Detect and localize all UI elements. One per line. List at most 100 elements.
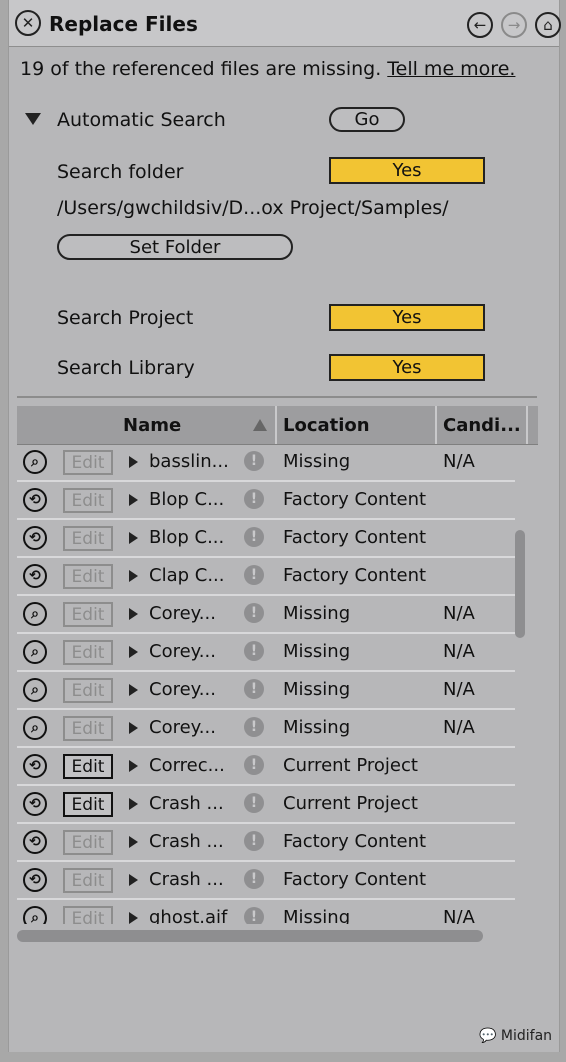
edit-button[interactable]: Edit: [63, 678, 113, 703]
replace-icon[interactable]: ⟲: [23, 488, 47, 512]
forward-arrow-icon[interactable]: →: [501, 12, 527, 38]
table-row[interactable]: ⟲ Edit Blop C...! Factory Content: [17, 520, 515, 558]
expand-triangle-icon[interactable]: [129, 570, 138, 582]
warning-icon: !: [244, 717, 264, 737]
edit-button[interactable]: Edit: [63, 450, 113, 475]
file-location: Missing: [283, 451, 351, 472]
file-location: Missing: [283, 717, 351, 738]
expand-triangle-icon[interactable]: [129, 494, 138, 506]
column-separator[interactable]: [435, 406, 437, 444]
file-location: Current Project: [283, 755, 418, 776]
replace-icon[interactable]: ⟲: [23, 830, 47, 854]
expand-triangle-icon[interactable]: [129, 798, 138, 810]
file-location: Missing: [283, 679, 351, 700]
edit-button[interactable]: Edit: [63, 716, 113, 741]
back-arrow-icon[interactable]: ←: [467, 12, 493, 38]
tell-me-more-link[interactable]: Tell me more.: [387, 58, 515, 80]
table-row[interactable]: ⌕ Edit Corey...! Missing N/A: [17, 634, 515, 672]
title-bar: ✕ Replace Files ← → ⌂: [9, 0, 561, 47]
search-icon[interactable]: ⌕: [23, 716, 47, 740]
warning-icon: !: [244, 907, 264, 924]
vertical-scrollbar[interactable]: [515, 530, 525, 638]
table-row[interactable]: ⟲ Edit Crash ...! Factory Content: [17, 862, 515, 900]
replace-files-panel: ✕ Replace Files ← → ⌂ 19 of the referenc…: [8, 0, 561, 1052]
file-name: Blop C...: [149, 489, 225, 510]
column-separator[interactable]: [275, 406, 277, 444]
search-library-toggle[interactable]: Yes: [329, 354, 485, 381]
edit-button[interactable]: Edit: [63, 640, 113, 665]
search-icon[interactable]: ⌕: [23, 906, 47, 924]
edit-button[interactable]: Edit: [63, 792, 113, 817]
expand-triangle-icon[interactable]: [129, 722, 138, 734]
expand-triangle-icon[interactable]: [129, 684, 138, 696]
file-location: Missing: [283, 641, 351, 662]
warning-icon: !: [244, 527, 264, 547]
expand-triangle-icon[interactable]: [129, 608, 138, 620]
warning-icon: !: [244, 565, 264, 585]
table-row[interactable]: ⌕ Edit Corey...! Missing N/A: [17, 596, 515, 634]
expand-triangle-icon[interactable]: [129, 456, 138, 468]
table-row[interactable]: ⟲ Edit Crash ...! Current Project: [17, 786, 515, 824]
file-candidates: N/A: [443, 641, 475, 662]
column-header-location[interactable]: Location: [283, 415, 370, 436]
table-row[interactable]: ⌕ Edit ghost.aif! Missing N/A: [17, 900, 515, 924]
column-header-name[interactable]: Name: [123, 415, 181, 436]
edit-button[interactable]: Edit: [63, 602, 113, 627]
edit-button[interactable]: Edit: [63, 754, 113, 779]
expand-triangle-icon[interactable]: [129, 912, 138, 924]
search-folder-toggle[interactable]: Yes: [329, 157, 485, 184]
set-folder-button[interactable]: Set Folder: [57, 234, 293, 260]
edit-button[interactable]: Edit: [63, 564, 113, 589]
column-separator[interactable]: [526, 406, 528, 444]
edit-button[interactable]: Edit: [63, 906, 113, 924]
replace-icon[interactable]: ⟲: [23, 792, 47, 816]
replace-icon[interactable]: ⟲: [23, 868, 47, 892]
file-name: Corey...: [149, 679, 216, 700]
home-icon[interactable]: ⌂: [535, 12, 561, 38]
expand-triangle-icon[interactable]: [129, 646, 138, 658]
expand-triangle-icon[interactable]: [129, 874, 138, 886]
horizontal-scrollbar[interactable]: [17, 930, 483, 942]
file-name: Blop C...: [149, 527, 225, 548]
warning-icon: !: [244, 603, 264, 623]
table-row[interactable]: ⟲ Edit Blop C...! Factory Content: [17, 482, 515, 520]
replace-icon[interactable]: ⟲: [23, 526, 47, 550]
expand-triangle-icon[interactable]: [129, 760, 138, 772]
collapse-triangle-icon[interactable]: [25, 113, 41, 125]
table-row[interactable]: ⟲ Edit Correc...! Current Project: [17, 748, 515, 786]
search-project-toggle[interactable]: Yes: [329, 304, 485, 331]
warning-icon: !: [244, 489, 264, 509]
table-row[interactable]: ⟲ Edit Clap C...! Factory Content: [17, 558, 515, 596]
warning-icon: !: [244, 679, 264, 699]
expand-triangle-icon[interactable]: [129, 532, 138, 544]
missing-files-message: 19 of the referenced files are missing. T…: [20, 58, 515, 80]
automatic-search-label: Automatic Search: [57, 109, 226, 131]
search-icon[interactable]: ⌕: [23, 640, 47, 664]
file-location: Factory Content: [283, 831, 427, 852]
table-row[interactable]: ⟲ Edit Crash ...! Factory Content: [17, 824, 515, 862]
search-icon[interactable]: ⌕: [23, 450, 47, 474]
table-row[interactable]: ⌕ Edit Corey...! Missing N/A: [17, 710, 515, 748]
file-candidates: N/A: [443, 679, 475, 700]
search-icon[interactable]: ⌕: [23, 678, 47, 702]
warning-icon: !: [244, 793, 264, 813]
sort-ascending-icon[interactable]: [253, 419, 267, 431]
go-button[interactable]: Go: [329, 107, 405, 132]
file-candidates: N/A: [443, 451, 475, 472]
edit-button[interactable]: Edit: [63, 488, 113, 513]
replace-icon[interactable]: ⟲: [23, 754, 47, 778]
warning-icon: !: [244, 869, 264, 889]
column-header-candidates[interactable]: Candi...: [443, 415, 521, 436]
table-row[interactable]: ⌕ Edit basslin...! Missing N/A: [17, 444, 515, 482]
close-icon[interactable]: ✕: [15, 10, 41, 36]
search-icon[interactable]: ⌕: [23, 602, 47, 626]
edit-button[interactable]: Edit: [63, 868, 113, 893]
table-row[interactable]: ⌕ Edit Corey...! Missing N/A: [17, 672, 515, 710]
file-name: Corey...: [149, 603, 216, 624]
file-candidates: N/A: [443, 907, 475, 924]
replace-icon[interactable]: ⟲: [23, 564, 47, 588]
edit-button[interactable]: Edit: [63, 830, 113, 855]
file-location: Missing: [283, 603, 351, 624]
expand-triangle-icon[interactable]: [129, 836, 138, 848]
edit-button[interactable]: Edit: [63, 526, 113, 551]
